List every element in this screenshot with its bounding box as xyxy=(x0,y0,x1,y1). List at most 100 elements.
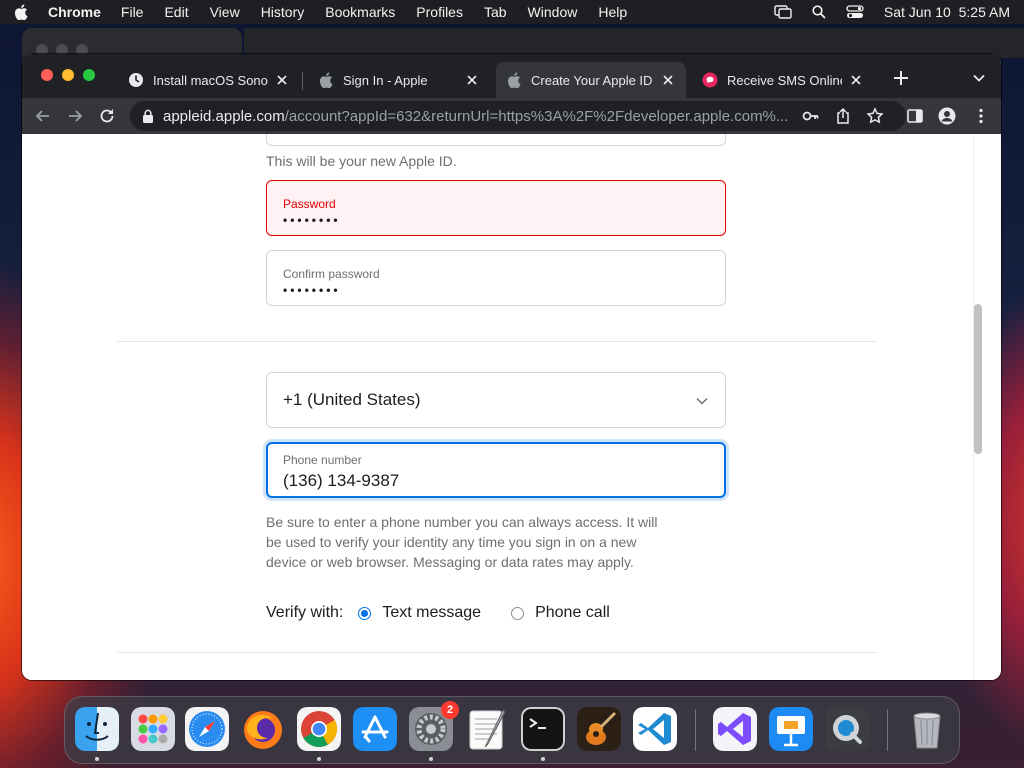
menu-bookmarks[interactable]: Bookmarks xyxy=(325,4,395,20)
tab-title: Receive SMS Online Fo xyxy=(727,72,842,88)
verify-with-group: Verify with: Text message Phone call xyxy=(266,604,610,622)
window-controls xyxy=(41,69,95,81)
app-store-icon[interactable] xyxy=(353,707,397,751)
textedit-icon[interactable] xyxy=(465,707,509,751)
profile-avatar-icon[interactable] xyxy=(938,107,956,125)
key-icon[interactable] xyxy=(802,107,820,125)
share-icon[interactable] xyxy=(834,107,852,125)
tab-separator xyxy=(302,72,303,90)
tab-search-chevron-icon[interactable] xyxy=(972,71,986,85)
dock-separator xyxy=(695,709,696,751)
phone-call-radio[interactable] xyxy=(511,606,525,620)
menubar-clock[interactable]: Sat Jun 10 5:25 AM xyxy=(884,4,1010,20)
tab-title: Create Your Apple ID - xyxy=(531,72,654,88)
apple-icon xyxy=(507,72,521,88)
menu-help[interactable]: Help xyxy=(598,4,627,20)
side-panel-icon[interactable] xyxy=(906,107,924,125)
new-tab-icon[interactable] xyxy=(892,69,910,87)
phone-help-line: be used to verify your identity any time… xyxy=(266,534,637,550)
verify-with-label: Verify with: xyxy=(266,604,344,621)
tab-install-macos[interactable]: Install macOS Sonoma xyxy=(118,62,300,98)
phone-number-value: (136) 134-9387 xyxy=(283,471,400,490)
password-field[interactable]: Password •••••••• xyxy=(266,180,726,236)
phone-call-label[interactable]: Phone call xyxy=(535,604,610,622)
section-divider xyxy=(117,341,877,342)
dock: 2 xyxy=(64,696,960,764)
confirm-password-label: Confirm password xyxy=(283,267,380,281)
country-code-value: +1 (United States) xyxy=(283,390,421,409)
menu-history[interactable]: History xyxy=(261,4,305,20)
menu-file[interactable]: File xyxy=(121,4,144,20)
url-path: /account?appId=632&returnUrl=https%3A%2F… xyxy=(284,107,789,125)
close-tab-icon[interactable] xyxy=(274,72,290,88)
menu-window[interactable]: Window xyxy=(528,4,578,20)
keynote-icon[interactable] xyxy=(769,707,813,751)
bookmark-star-icon[interactable] xyxy=(866,107,884,125)
menu-view[interactable]: View xyxy=(210,4,240,20)
confirm-password-field[interactable]: Confirm password •••••••• xyxy=(266,250,726,306)
running-indicator xyxy=(317,757,321,761)
menu-app-name[interactable]: Chrome xyxy=(48,4,101,20)
safari-icon[interactable] xyxy=(185,707,229,751)
close-window-button[interactable] xyxy=(41,69,53,81)
section-divider xyxy=(117,652,877,653)
chrome-window: Install macOS Sonoma Sign In - Apple Cre… xyxy=(22,54,1001,680)
password-label: Password xyxy=(283,197,336,211)
chevron-down-icon xyxy=(696,397,708,405)
firefox-icon[interactable] xyxy=(241,707,285,751)
notification-badge: 2 xyxy=(441,701,459,719)
spotlight-search-icon[interactable] xyxy=(812,5,826,19)
sms-icon xyxy=(702,72,718,88)
close-tab-icon[interactable] xyxy=(660,72,676,88)
finder-icon[interactable] xyxy=(75,707,119,751)
lock-icon[interactable] xyxy=(142,109,154,123)
launchpad-icon[interactable] xyxy=(131,707,175,751)
menu-tab[interactable]: Tab xyxy=(484,4,507,20)
running-indicator xyxy=(95,757,99,761)
quicktime-icon[interactable] xyxy=(825,707,869,751)
more-menu-icon[interactable] xyxy=(972,107,990,125)
close-tab-icon[interactable] xyxy=(464,72,480,88)
scrollbar-thumb[interactable] xyxy=(974,304,982,454)
phone-help-text: Be sure to enter a phone number you can … xyxy=(266,512,657,572)
tab-strip: Install macOS Sonoma Sign In - Apple Cre… xyxy=(22,54,1001,98)
tab-title: Sign In - Apple xyxy=(343,72,428,88)
chrome-icon[interactable] xyxy=(297,707,341,751)
control-center-icon[interactable] xyxy=(846,5,864,19)
phone-number-field[interactable]: Phone number (136) 134-9387 xyxy=(266,442,726,498)
trash-icon[interactable] xyxy=(905,707,949,751)
password-value: •••••••• xyxy=(283,213,341,227)
visual-studio-icon[interactable] xyxy=(713,707,757,751)
web-page: This will be your new Apple ID. Password… xyxy=(22,134,973,680)
text-message-label[interactable]: Text message xyxy=(382,604,481,622)
vscode-icon[interactable] xyxy=(633,707,677,751)
menu-profiles[interactable]: Profiles xyxy=(416,4,463,20)
minimize-window-button[interactable] xyxy=(62,69,74,81)
forward-arrow-icon[interactable] xyxy=(66,107,84,125)
running-indicator xyxy=(429,757,433,761)
apple-id-hint: This will be your new Apple ID. xyxy=(266,153,457,169)
tab-receive-sms[interactable]: Receive SMS Online Fo xyxy=(692,62,874,98)
tab-sign-in-apple[interactable]: Sign In - Apple xyxy=(308,62,490,98)
menu-edit[interactable]: Edit xyxy=(164,4,188,20)
dock-separator xyxy=(887,709,888,751)
reload-icon[interactable] xyxy=(98,107,116,125)
close-tab-icon[interactable] xyxy=(848,72,864,88)
text-message-radio[interactable] xyxy=(358,606,372,620)
tab-title: Install macOS Sonoma xyxy=(153,72,268,88)
running-indicator xyxy=(541,757,545,761)
country-code-select[interactable]: +1 (United States) xyxy=(266,372,726,428)
apple-id-email-field[interactable] xyxy=(266,134,726,146)
back-arrow-icon[interactable] xyxy=(34,107,52,125)
garageband-icon[interactable] xyxy=(577,707,621,751)
clock-icon xyxy=(129,73,143,87)
address-bar[interactable]: appleid.apple.com/account?appId=632&retu… xyxy=(130,101,906,131)
apple-menu-icon[interactable] xyxy=(14,4,28,20)
screen-mirroring-icon[interactable] xyxy=(774,5,792,19)
terminal-icon[interactable] xyxy=(521,707,565,751)
zoom-window-button[interactable] xyxy=(83,69,95,81)
tab-create-apple-id[interactable]: Create Your Apple ID - xyxy=(496,62,686,98)
phone-number-label: Phone number xyxy=(283,453,362,467)
apple-icon xyxy=(319,72,333,88)
confirm-password-value: •••••••• xyxy=(283,283,341,297)
